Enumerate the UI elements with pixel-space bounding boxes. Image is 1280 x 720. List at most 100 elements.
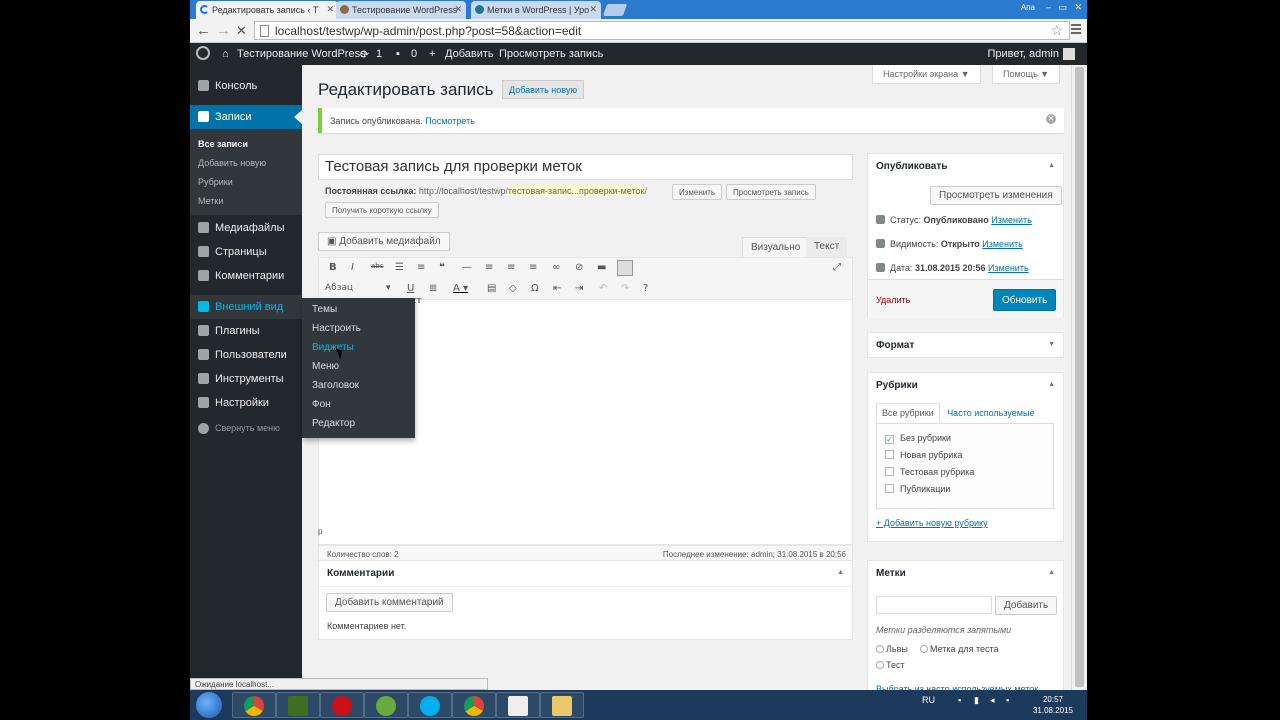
forward-icon[interactable]: → (216, 22, 231, 39)
align-center-icon[interactable]: ≡ (507, 262, 515, 273)
add-new-button[interactable]: Добавить новую (502, 80, 585, 99)
remove-tag-icon[interactable] (876, 645, 884, 653)
tray-app-icon[interactable]: ▪ (1006, 695, 1009, 705)
italic-icon[interactable]: I (351, 262, 354, 273)
remove-tag-icon[interactable] (876, 661, 884, 669)
add-comment-button[interactable]: Добавить комментарий (326, 593, 453, 612)
collapse-up-icon[interactable]: ▲ (1048, 569, 1055, 576)
dismiss-icon[interactable]: ✕ (1046, 114, 1056, 124)
align-left-icon[interactable]: ≡ (485, 262, 493, 273)
close-tab-icon[interactable]: ✕ (454, 4, 462, 15)
redo-icon[interactable]: ↷ (621, 283, 629, 294)
text-color-icon[interactable]: A ▾ (453, 283, 468, 294)
taskbar-skype[interactable] (408, 692, 452, 718)
edit-visibility-link[interactable]: Изменить (982, 239, 1023, 249)
get-shortlink-button[interactable]: Получить короткую ссылку (325, 202, 439, 218)
add-media-button[interactable]: ▣ Добавить медиафайл (318, 232, 450, 251)
flyout-item-widgets[interactable]: Виджеты (312, 342, 354, 353)
browser-tab-site[interactable]: Тестирование WordPress ✕ (336, 1, 466, 19)
tag-input[interactable] (876, 596, 992, 614)
flyout-item-header[interactable]: Заголовок (312, 380, 359, 391)
taskbar-dreamweaver[interactable] (276, 692, 320, 718)
checkbox-checked[interactable]: ✓ (885, 435, 894, 444)
scroll-thumb[interactable] (1075, 67, 1084, 687)
strikethrough-icon[interactable]: abc (371, 262, 384, 270)
updates-icon[interactable]: ⟳ (360, 48, 369, 61)
screen-options-button[interactable]: Настройки экрана ▼ (872, 65, 981, 84)
minimize-icon[interactable]: – (1046, 2, 1051, 12)
close-tab-icon[interactable]: ✕ (589, 4, 597, 15)
paste-text-icon[interactable]: ▤ (487, 283, 496, 294)
blockquote-icon[interactable]: ❝ (439, 262, 445, 273)
fullscreen-icon[interactable]: ⤢ (833, 262, 841, 273)
site-name-link[interactable]: Тестирование WordPress (237, 48, 366, 60)
category-item[interactable]: Публикации (885, 484, 950, 494)
wordpress-logo-icon[interactable] (196, 46, 210, 60)
submenu-categories[interactable]: Рубрики (198, 177, 233, 187)
comments-icon[interactable]: ▪ (396, 48, 400, 60)
updates-count[interactable]: 1 (376, 48, 382, 60)
underline-icon[interactable]: U (407, 283, 414, 294)
submenu-tags[interactable]: Метки (198, 196, 223, 206)
flyout-item-customize[interactable]: Настроить (312, 323, 361, 334)
submenu-all-posts[interactable]: Все записи (198, 139, 248, 149)
comments-box-header[interactable]: Комментарии ▲ (319, 561, 852, 587)
categories-box-header[interactable]: Рубрики ▲ (868, 373, 1063, 399)
toolbar-toggle-icon[interactable] (617, 260, 633, 276)
page-scrollbar[interactable] (1071, 65, 1087, 690)
sidebar-item-posts[interactable]: Записи (190, 105, 302, 129)
tray-network-icon[interactable]: ▮ (974, 695, 979, 706)
new-content-link[interactable]: Добавить (445, 48, 494, 60)
post-title-input[interactable]: Тестовая запись для проверки меток (318, 154, 853, 180)
edit-permalink-button[interactable]: Изменить (672, 184, 723, 200)
stop-icon[interactable]: ✕ (236, 23, 247, 39)
flyout-item-themes[interactable]: Темы (312, 304, 337, 315)
tab-popular-categories[interactable]: Часто используемые (942, 404, 1039, 422)
close-tab-icon[interactable]: ✕ (326, 4, 334, 15)
sidebar-item-media[interactable]: Медиафайлы (190, 216, 302, 240)
remove-tag-icon[interactable] (920, 645, 928, 653)
tab-text[interactable]: Текст (806, 237, 848, 257)
checkbox[interactable] (885, 450, 894, 459)
sidebar-item-dashboard[interactable]: Консоль (190, 74, 302, 98)
category-item[interactable]: Новая рубрика (885, 450, 962, 460)
taskbar-chrome[interactable] (232, 692, 276, 718)
edit-date-link[interactable]: Изменить (988, 263, 1029, 273)
language-indicator[interactable]: RU (922, 695, 935, 705)
new-tab-button[interactable] (602, 4, 628, 16)
edit-status-link[interactable]: Изменить (991, 215, 1032, 225)
align-right-icon[interactable]: ≡ (529, 262, 537, 273)
publish-box-header[interactable]: Опубликовать ▲ (868, 154, 1063, 180)
browser-tab-tags[interactable]: Метки в WordPress | Уро ✕ (471, 1, 601, 19)
indent-icon[interactable]: ⇥ (575, 283, 583, 294)
expand-down-icon[interactable]: ▼ (1048, 341, 1055, 348)
tray-volume-icon[interactable]: ◂ (990, 695, 995, 706)
tab-visual[interactable]: Визуально (742, 237, 810, 257)
preview-changes-button[interactable]: Просмотреть изменения (930, 186, 1062, 205)
browser-tab-edit-post[interactable]: Редактировать запись ‹ Т ✕ (196, 1, 338, 19)
taskbar-explorer[interactable] (540, 692, 584, 718)
bold-icon[interactable]: B (329, 262, 337, 273)
special-char-icon[interactable]: Ω (531, 283, 539, 294)
flyout-item-editor[interactable]: Редактор (312, 418, 355, 429)
back-icon[interactable]: ← (196, 22, 211, 39)
bullet-list-icon[interactable]: ☰ (395, 262, 404, 273)
sidebar-item-plugins[interactable]: Плагины (190, 319, 302, 343)
taskbar-utorrent[interactable] (364, 692, 408, 718)
sidebar-item-settings[interactable]: Настройки (190, 391, 302, 415)
justify-icon[interactable]: ≣ (429, 283, 437, 294)
format-box-header[interactable]: Формат ▼ (868, 333, 1063, 359)
permalink-slug[interactable]: тестовая-запис...проверки-меток (507, 186, 645, 196)
maximize-icon[interactable]: ▭ (1058, 2, 1067, 13)
view-post-button[interactable]: Просмотреть запись (726, 184, 816, 200)
horizontal-rule-icon[interactable]: — (462, 262, 472, 273)
sidebar-item-tools[interactable]: Инструменты (190, 367, 302, 391)
update-button[interactable]: Обновить (993, 289, 1057, 311)
add-category-link[interactable]: + Добавить новую рубрику (876, 518, 988, 528)
submenu-add-new[interactable]: Добавить новую (198, 158, 266, 168)
tab-all-categories[interactable]: Все рубрики (876, 403, 940, 422)
read-more-icon[interactable]: ▬ (597, 262, 606, 273)
flyout-item-background[interactable]: Фон (312, 399, 331, 410)
bookmark-star-icon[interactable]: ☆ (1050, 22, 1063, 39)
comments-count[interactable]: 0 (411, 48, 417, 60)
